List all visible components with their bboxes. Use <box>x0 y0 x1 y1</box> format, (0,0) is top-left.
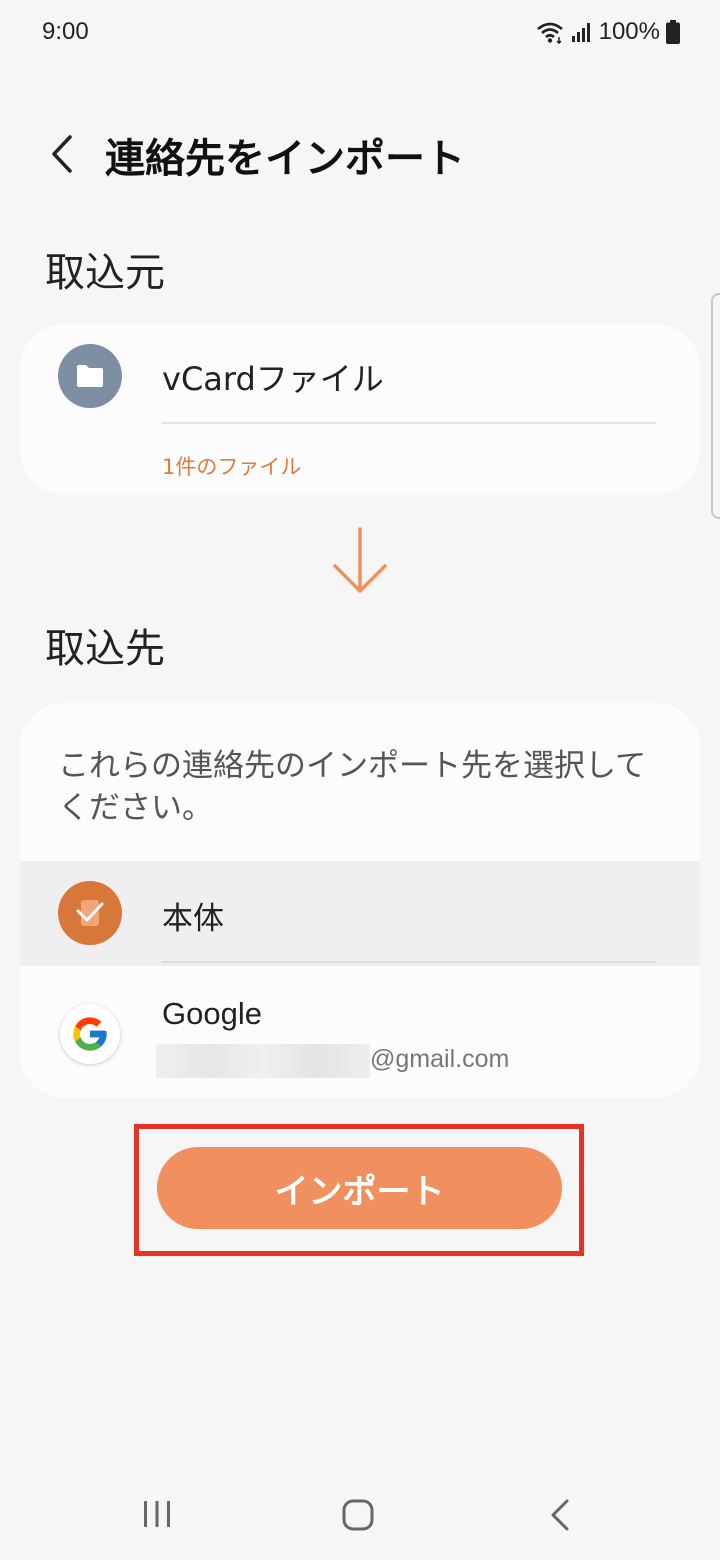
recent-apps-icon[interactable] <box>140 1497 174 1531</box>
page-title: 連絡先をインポート <box>105 136 465 182</box>
home-icon[interactable] <box>340 1497 376 1533</box>
back-button[interactable] <box>38 128 86 180</box>
google-icon-badge <box>60 1004 120 1064</box>
source-item-label: vCardファイル <box>162 360 384 398</box>
folder-icon <box>77 365 103 387</box>
source-section-title: 取込元 <box>45 250 165 296</box>
device-check-badge <box>58 881 122 945</box>
google-icon <box>73 1017 107 1051</box>
battery-percent: 100% <box>598 18 660 45</box>
destination-description: これらの連絡先のインポート先を選択してください。 <box>58 748 647 826</box>
wifi-icon <box>536 22 563 44</box>
destination-section-title: 取込先 <box>45 626 165 672</box>
scroll-indicator[interactable] <box>711 293 720 519</box>
import-button[interactable]: インポート <box>157 1147 562 1229</box>
signal-icon <box>571 23 590 42</box>
email-domain: @gmail.com <box>370 1045 510 1073</box>
option-device[interactable]: 本体 <box>20 861 700 966</box>
file-count: 1件のファイル <box>162 455 302 479</box>
status-time: 9:00 <box>42 18 89 45</box>
divider <box>162 422 656 424</box>
folder-icon-badge <box>58 344 122 408</box>
source-card[interactable]: vCardファイル 1件のファイル <box>20 324 700 495</box>
arrow-down-icon <box>333 527 387 593</box>
option-google[interactable]: Google @gmail.com <box>20 966 700 1098</box>
phone-check-icon <box>76 900 104 926</box>
status-icons: 100% <box>535 18 680 46</box>
option-device-label: 本体 <box>162 901 224 937</box>
divider <box>162 961 656 963</box>
redacted-email <box>156 1044 370 1078</box>
chevron-left-icon <box>52 135 72 173</box>
battery-icon <box>666 20 680 44</box>
nav-back-icon[interactable] <box>545 1497 575 1533</box>
option-google-label: Google <box>162 996 262 1031</box>
destination-card: これらの連絡先のインポート先を選択してください。 本体 Google @gmai… <box>20 703 700 1098</box>
